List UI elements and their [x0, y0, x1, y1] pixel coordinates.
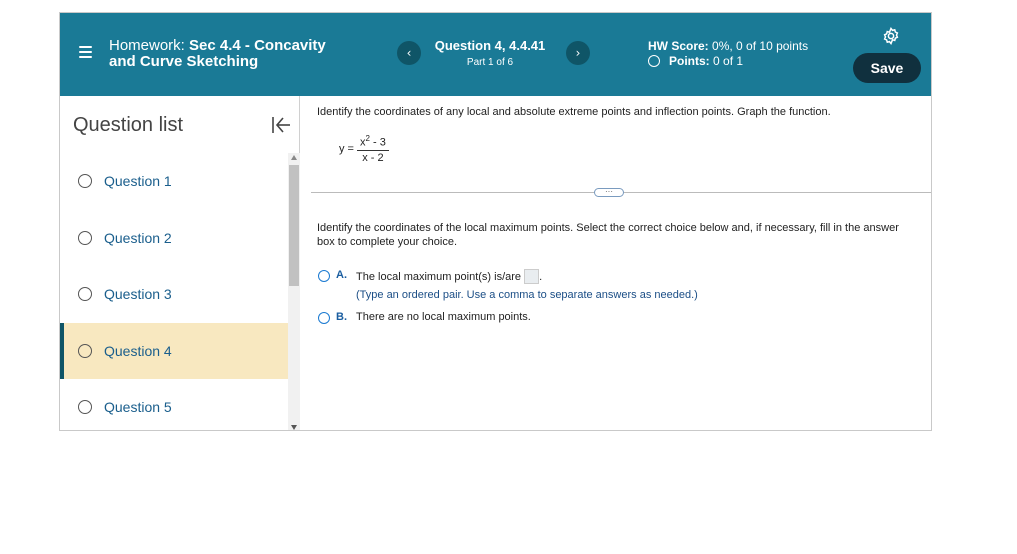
question-list-item-3[interactable]: Question 3: [60, 266, 288, 323]
question-list: Question 1 Question 2 Question 3 Questio…: [60, 153, 288, 430]
question-list-label: Question 4: [104, 342, 172, 359]
question-list-title: Question list: [73, 114, 184, 136]
choice-a-text: The local maximum point(s) is/are: [356, 271, 522, 283]
question-status-icon: [78, 230, 92, 245]
choice-a-suffix: .: [539, 271, 543, 283]
homework-title-line2: and Curve Sketching: [109, 53, 259, 70]
question-status-icon: [78, 174, 92, 189]
choice-a-radio[interactable]: [318, 270, 330, 282]
question-list-item-4[interactable]: Question 4: [60, 322, 288, 379]
question-instruction: Identify the coordinates of any local an…: [317, 106, 831, 118]
question-content: Identify the coordinates of any local an…: [301, 96, 931, 430]
scrollbar-thumb[interactable]: [289, 165, 299, 286]
question-list-panel: Question list Question 1 Question 2 Ques…: [60, 96, 300, 430]
question-info: Question 4, 4.4.41 Part 1 of 6: [420, 38, 560, 68]
previous-question-button[interactable]: ‹: [397, 41, 421, 65]
question-list-item-2[interactable]: Question 2: [60, 210, 288, 267]
question-list-item-1[interactable]: Question 1: [60, 153, 288, 210]
gear-icon[interactable]: [882, 27, 900, 45]
answer-input-box[interactable]: [524, 269, 540, 284]
question-status-icon: [78, 287, 92, 302]
choice-a-hint: (Type an ordered pair. Use a comma to se…: [356, 289, 698, 301]
hw-score: HW Score: 0%, 0 of 10 points: [648, 39, 808, 53]
choice-b-radio[interactable]: [318, 312, 330, 324]
expand-more-button[interactable]: ···: [594, 188, 624, 197]
points-value: 0 of 1: [713, 54, 744, 68]
question-list-label: Question 3: [104, 286, 172, 303]
header-bar: Homework: Sec 4.4 - Concavity and Curve …: [60, 13, 931, 96]
next-question-button[interactable]: ›: [566, 41, 590, 65]
choice-a[interactable]: A. The local maximum point(s) is/are.: [318, 269, 542, 284]
question-status-icon: [78, 343, 92, 358]
collapse-panel-icon[interactable]: [271, 114, 291, 136]
hw-score-value: 0%, 0 of 10 points: [712, 39, 809, 53]
question-part: Part 1 of 6: [466, 57, 514, 68]
function-equation: y = x2 - 3 x - 2: [339, 134, 389, 164]
points-status: Points: 0 of 1: [648, 54, 743, 68]
question-list-label: Question 2: [104, 229, 172, 246]
question-list-label: Question 1: [104, 173, 172, 190]
question-list-label: Question 5: [104, 399, 172, 416]
hw-score-label: HW Score:: [648, 39, 709, 53]
save-button[interactable]: Save: [853, 53, 921, 83]
equation-denominator: x - 2: [362, 151, 384, 164]
scroll-up-arrow-icon[interactable]: [291, 155, 297, 160]
sub-question-text: Identify the coordinates of the local ma…: [317, 222, 899, 248]
menu-icon[interactable]: [79, 45, 92, 59]
choice-b-text: There are no local maximum points.: [356, 311, 531, 323]
scroll-down-arrow-icon[interactable]: [291, 425, 297, 430]
homework-window: Homework: Sec 4.4 - Concavity and Curve …: [59, 12, 932, 431]
points-status-icon: [648, 55, 660, 67]
question-status-icon: [78, 400, 92, 415]
points-label: Points:: [669, 54, 710, 68]
question-list-item-5[interactable]: Question 5: [60, 379, 288, 430]
choice-a-text-wrap: The local maximum point(s) is/are.: [356, 269, 542, 284]
homework-title-main: Sec 4.4 - Concavity: [189, 37, 326, 54]
equation-numerator: x2 - 3: [356, 134, 389, 151]
homework-title-prefix: Homework:: [109, 37, 185, 54]
equation-lhs: y =: [339, 142, 354, 155]
question-title: Question 4, 4.4.41: [434, 38, 546, 53]
question-list-scrollbar[interactable]: [288, 153, 300, 430]
choice-b[interactable]: B. There are no local maximum points.: [318, 311, 531, 324]
numerator-rest: - 3: [369, 136, 386, 149]
homework-title: Homework: Sec 4.4 - Concavity and Curve …: [109, 38, 369, 70]
choice-b-letter: B.: [336, 311, 347, 323]
choice-a-letter: A.: [336, 269, 347, 281]
equation-fraction: x2 - 3 x - 2: [356, 134, 389, 164]
